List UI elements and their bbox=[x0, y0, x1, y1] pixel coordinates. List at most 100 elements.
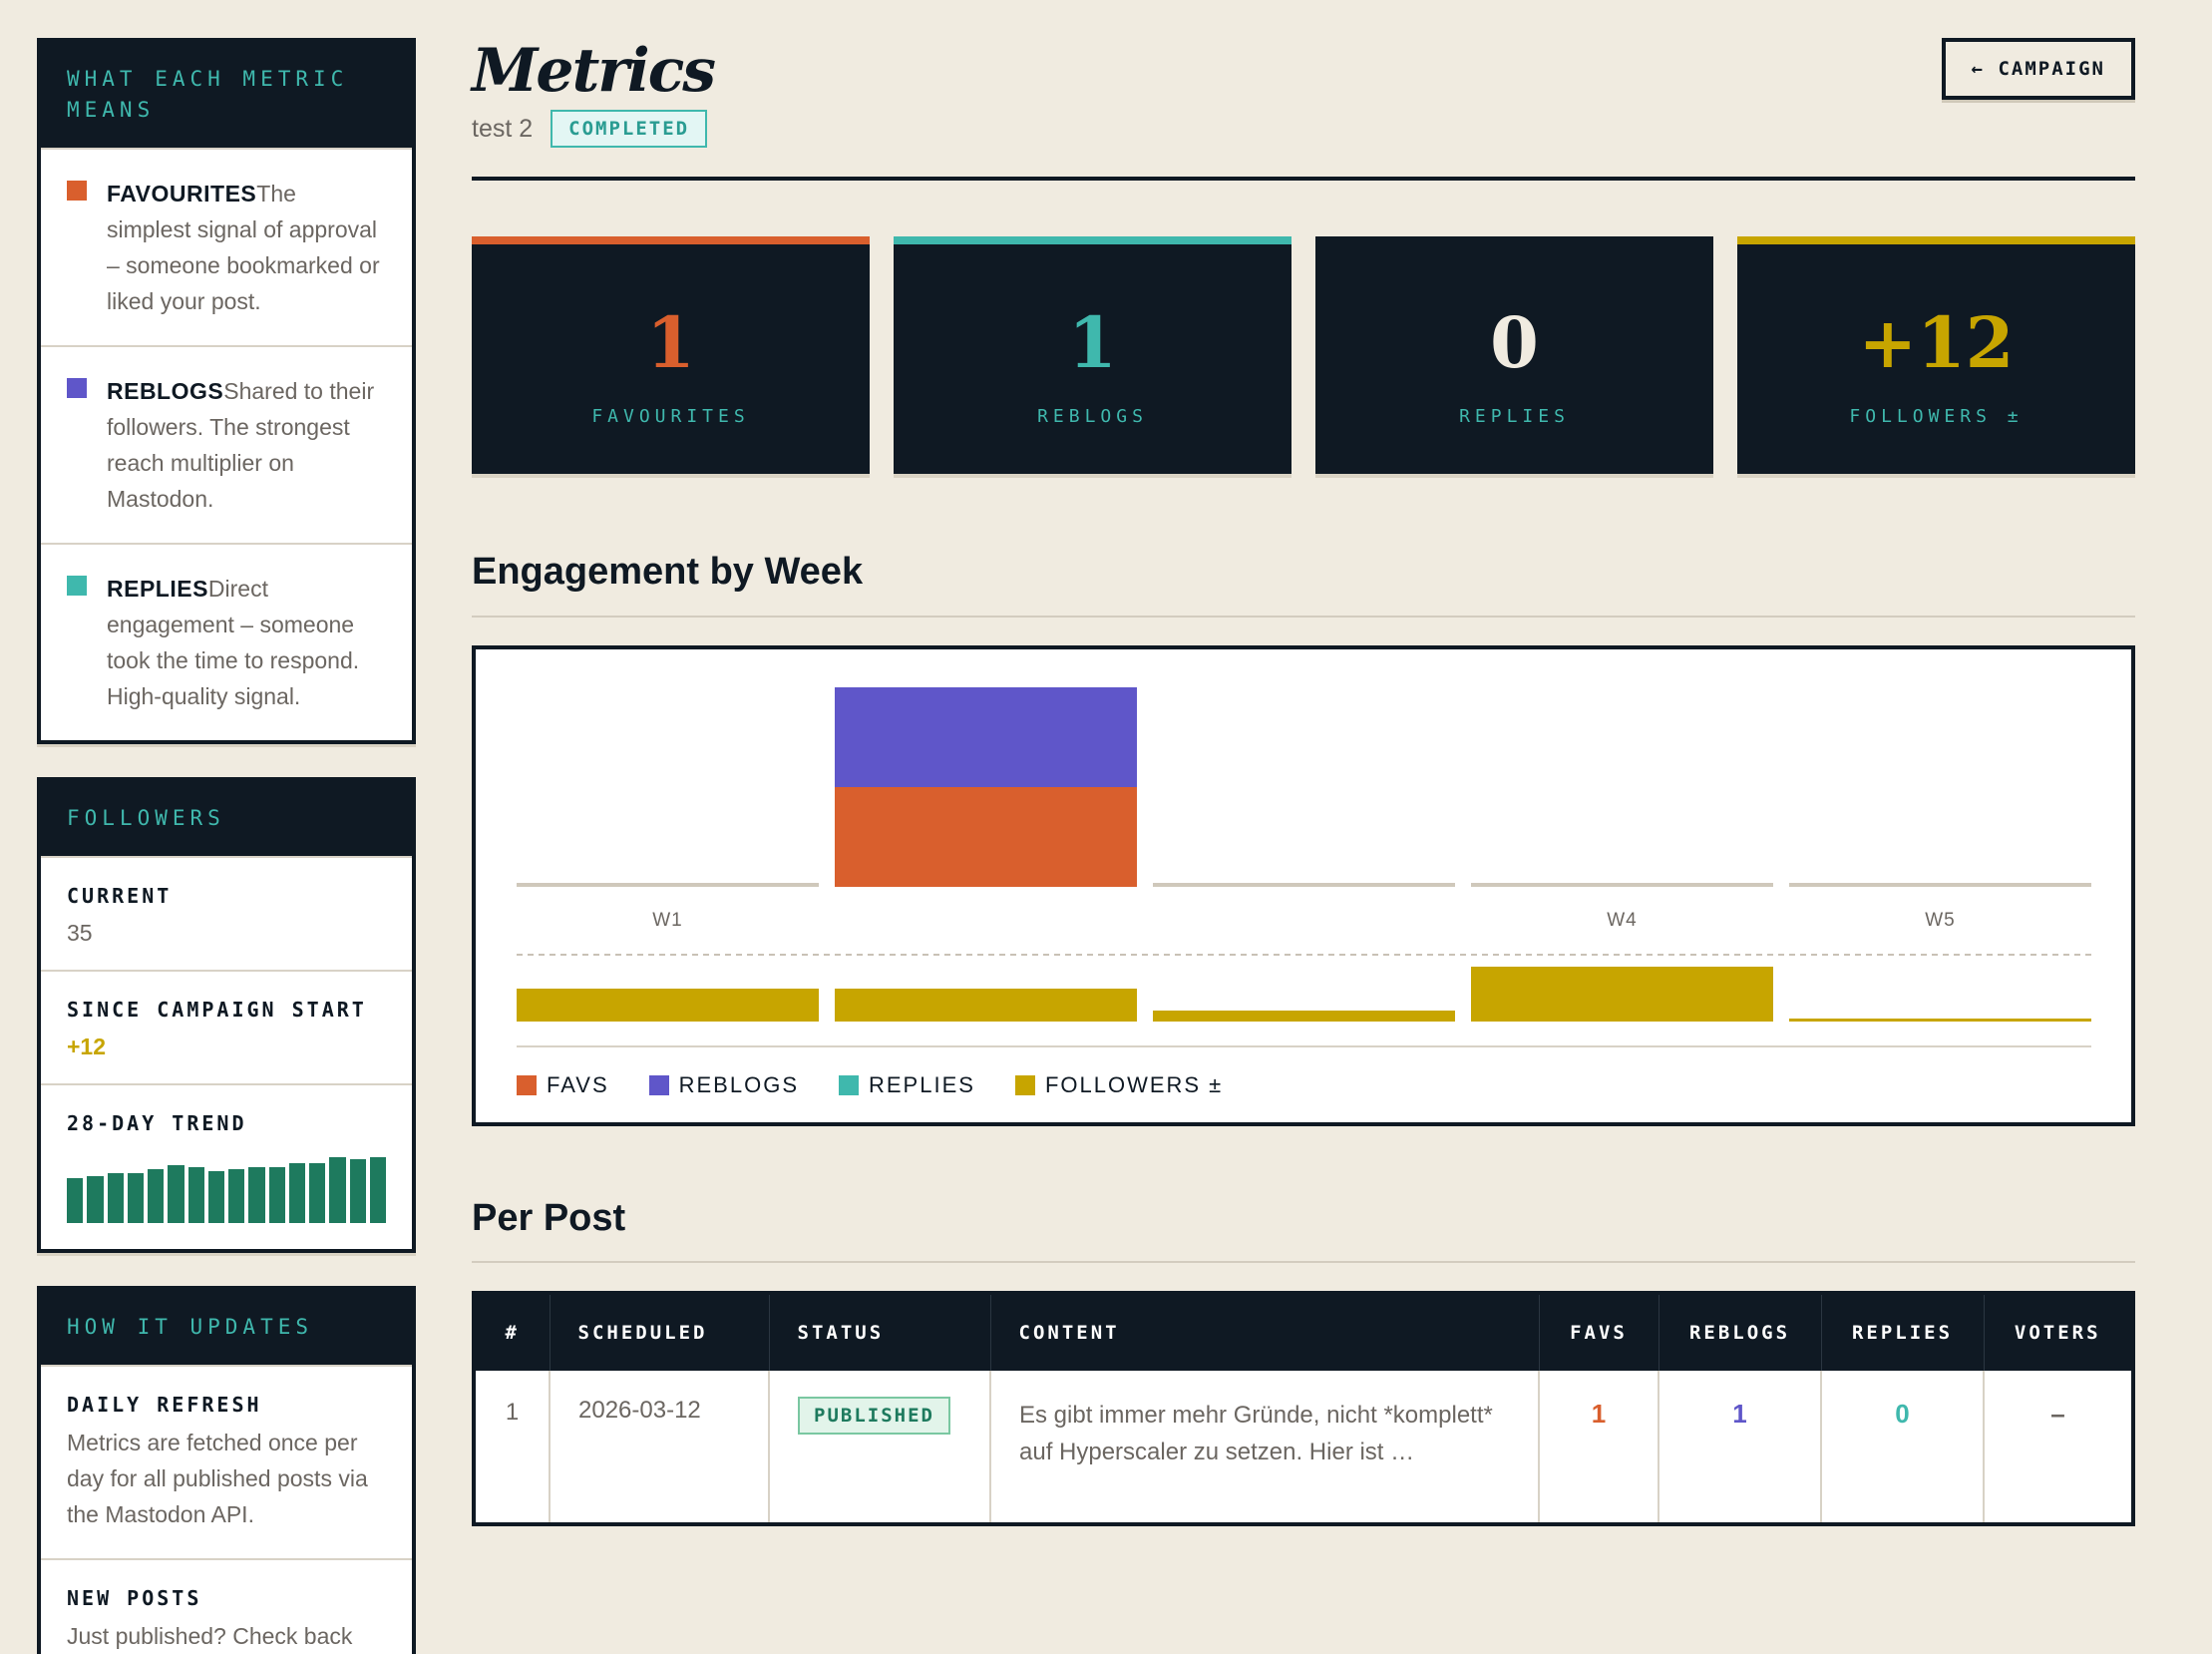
trend-bar bbox=[67, 1178, 84, 1223]
trend-bar bbox=[349, 1158, 366, 1223]
campaign-info: test 2 COMPLETED bbox=[472, 110, 708, 148]
bar-followers bbox=[835, 989, 1137, 1022]
column-header-index[interactable]: # bbox=[476, 1295, 551, 1371]
metric-name: REBLOGS bbox=[107, 378, 224, 404]
since-campaign-start: SINCE CAMPAIGN START +12 bbox=[41, 970, 412, 1083]
since-value: +12 bbox=[67, 1034, 107, 1059]
cell-status: PUBLISHED bbox=[769, 1371, 991, 1522]
metric-definitions-panel: WHAT EACH METRIC MEANS FAVOURITESThe sim… bbox=[37, 38, 416, 744]
trend-bar bbox=[87, 1176, 104, 1223]
stat-value: 0 bbox=[1490, 301, 1539, 384]
legend-swatch bbox=[839, 1075, 859, 1095]
trend-label: 28-DAY TREND bbox=[67, 1111, 247, 1135]
legend-label: REPLIES bbox=[869, 1072, 975, 1097]
column-header-voters[interactable]: VOTERS bbox=[1984, 1295, 2131, 1371]
column-header-replies[interactable]: REPLIES bbox=[1821, 1295, 1985, 1371]
trend-bar bbox=[248, 1166, 265, 1223]
x-tick-label: W4 bbox=[1607, 910, 1638, 931]
metric-definitions-title: WHAT EACH METRIC MEANS bbox=[41, 42, 412, 148]
empty-bar-baseline bbox=[1789, 883, 2091, 887]
new-posts-label: NEW POSTS bbox=[67, 1586, 202, 1610]
stat-card-followers: +12 FOLLOWERS ± bbox=[1737, 236, 2135, 474]
published-badge: PUBLISHED bbox=[798, 1397, 950, 1435]
cell-index: 1 bbox=[476, 1371, 551, 1522]
cell-content[interactable]: Es gibt immer mehr Gründe, nicht *komple… bbox=[990, 1371, 1540, 1522]
stat-card-reblogs: 1 REBLOGS bbox=[894, 236, 1291, 474]
cell-scheduled: 2026-03-12 bbox=[550, 1371, 770, 1522]
trend-bar bbox=[288, 1162, 305, 1223]
empty-bar-baseline bbox=[1471, 883, 1773, 887]
legend-swatch bbox=[517, 1075, 537, 1095]
sidebar: WHAT EACH METRIC MEANS FAVOURITESThe sim… bbox=[37, 38, 416, 1654]
bar-followers bbox=[1153, 1011, 1455, 1022]
new-posts: NEW POSTS Just published? Check back bbox=[41, 1558, 412, 1654]
engagement-section-title: Engagement by Week bbox=[472, 551, 864, 593]
column-header-status[interactable]: STATUS bbox=[769, 1295, 991, 1371]
bar-favs bbox=[835, 787, 1137, 887]
section-divider bbox=[472, 1261, 2135, 1263]
page-title: Metrics bbox=[472, 36, 716, 106]
stat-label: REPLIES bbox=[1459, 406, 1570, 427]
daily-refresh: DAILY REFRESH Metrics are fetched once p… bbox=[41, 1365, 412, 1558]
current-followers: CURRENT 35 bbox=[41, 856, 412, 970]
engagement-chart: W1 W4 W5 FAVS REBLOGS REPLIES FOLLOWERS ± bbox=[472, 645, 2135, 1126]
current-value: 35 bbox=[67, 920, 93, 946]
trend-bar bbox=[329, 1157, 346, 1223]
favourites-swatch bbox=[67, 181, 87, 201]
legend-item-followers: FOLLOWERS ± bbox=[1014, 1072, 1224, 1098]
bar-followers bbox=[517, 989, 819, 1022]
trend-bar bbox=[369, 1157, 386, 1223]
legend-item-reblogs: REBLOGS bbox=[648, 1072, 799, 1098]
trend-bar bbox=[168, 1164, 184, 1223]
updates-panel-title: HOW IT UPDATES bbox=[41, 1290, 412, 1365]
cell-replies: 0 bbox=[1821, 1371, 1985, 1522]
daily-refresh-label: DAILY REFRESH bbox=[67, 1393, 262, 1417]
table-header-row: # SCHEDULED STATUS CONTENT FAVS REBLOGS … bbox=[476, 1295, 2131, 1371]
stat-value: 1 bbox=[646, 301, 695, 384]
trend-bar bbox=[309, 1162, 326, 1223]
stat-value: 1 bbox=[1068, 301, 1117, 384]
column-header-content[interactable]: CONTENT bbox=[990, 1295, 1540, 1371]
legend-label: FOLLOWERS ± bbox=[1044, 1072, 1224, 1097]
per-post-table: # SCHEDULED STATUS CONTENT FAVS REBLOGS … bbox=[472, 1291, 2135, 1526]
reblogs-swatch bbox=[67, 378, 87, 398]
daily-refresh-desc: Metrics are fetched once per day for all… bbox=[67, 1430, 368, 1527]
empty-bar-baseline bbox=[1153, 883, 1455, 887]
per-post-section-title: Per Post bbox=[472, 1197, 626, 1239]
legend-item-favs: FAVS bbox=[517, 1072, 609, 1098]
bar-reblogs bbox=[835, 687, 1137, 787]
stat-label: REBLOGS bbox=[1037, 406, 1148, 427]
cell-favs: 1 bbox=[1539, 1371, 1659, 1522]
metric-name: REPLIES bbox=[107, 576, 208, 602]
trend-bar bbox=[207, 1170, 224, 1223]
legend-label: REBLOGS bbox=[678, 1072, 799, 1097]
engagement-chart-svg: W1 W4 W5 bbox=[517, 687, 2091, 1047]
trend-section: 28-DAY TREND bbox=[41, 1083, 412, 1249]
legend-item-replies: REPLIES bbox=[839, 1072, 975, 1098]
chart-legend: FAVS REBLOGS REPLIES FOLLOWERS ± bbox=[517, 1072, 1263, 1098]
legend-swatch bbox=[648, 1075, 669, 1095]
empty-bar-baseline bbox=[517, 883, 819, 887]
metric-definition-favourites: FAVOURITESThe simplest signal of approva… bbox=[41, 148, 412, 345]
trend-bar bbox=[127, 1172, 144, 1223]
x-tick-label: W5 bbox=[1925, 910, 1956, 931]
column-header-favs[interactable]: FAVS bbox=[1539, 1295, 1659, 1371]
column-header-scheduled[interactable]: SCHEDULED bbox=[550, 1295, 770, 1371]
stat-value: +12 bbox=[1858, 301, 2015, 384]
stat-cards: 1 FAVOURITES 1 REBLOGS 0 REPLIES +12 FOL… bbox=[472, 236, 2135, 474]
new-posts-desc: Just published? Check back bbox=[67, 1623, 353, 1649]
column-header-reblogs[interactable]: REBLOGS bbox=[1659, 1295, 1822, 1371]
metric-name: FAVOURITES bbox=[107, 181, 257, 207]
trend-bar bbox=[228, 1168, 245, 1223]
title-divider bbox=[472, 177, 2135, 181]
legend-label: FAVS bbox=[547, 1072, 609, 1097]
cell-voters: – bbox=[2050, 1399, 2065, 1429]
x-tick-label: W1 bbox=[652, 910, 683, 931]
metric-definition-reblogs: REBLOGSShared to their followers. The st… bbox=[41, 345, 412, 543]
back-to-campaign-button[interactable]: ← CAMPAIGN bbox=[1941, 38, 2135, 100]
replies-swatch bbox=[67, 576, 87, 596]
updates-panel: HOW IT UPDATES DAILY REFRESH Metrics are… bbox=[37, 1286, 416, 1654]
table-row[interactable]: 1 2026-03-12 PUBLISHED Es gibt immer meh… bbox=[476, 1371, 2131, 1522]
trend-bar bbox=[148, 1168, 165, 1223]
status-badge: COMPLETED bbox=[551, 110, 708, 148]
